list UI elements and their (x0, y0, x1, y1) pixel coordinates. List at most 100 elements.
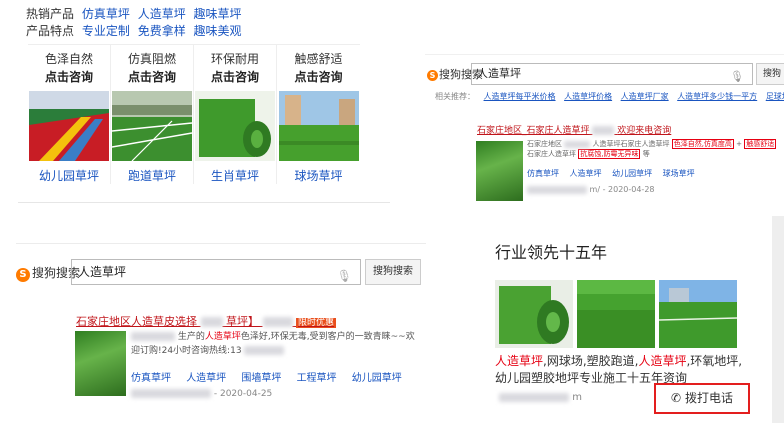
feature-link-custom[interactable]: 专业定制 (82, 24, 130, 38)
call-button[interactable]: ✆ 拨打电话 (654, 383, 750, 414)
desc-keyword: 人造草坪 (495, 354, 544, 368)
result-title-tail: 草坪】 (226, 315, 259, 328)
result-tags: 仿真草坪 人造草坪 幼儿园草坪 球场草坪 (527, 168, 703, 179)
product-card[interactable]: 环保耐用 点击咨询 生肖草坪 (194, 45, 277, 184)
card-image-track[interactable] (112, 91, 192, 161)
ad-headline: 行业领先十五年 (495, 243, 608, 262)
feature-link-free-sample[interactable]: 免费拿样 (138, 24, 186, 38)
ad-url-suffix: m (572, 392, 582, 403)
redacted-text (564, 140, 591, 148)
desc-keyword: 人造草坪 (204, 332, 241, 342)
related-link[interactable]: 人造草坪每平米价格 (484, 92, 556, 101)
tag-link[interactable]: 人造草坪 (186, 373, 226, 384)
card-cta[interactable]: 点击咨询 (111, 69, 193, 85)
search-input[interactable]: 人造草坪 🎙 (71, 259, 361, 285)
card-caption[interactable]: 生肖草坪 (194, 167, 276, 184)
card-caption[interactable]: 球场草坪 (277, 167, 360, 184)
microphone-icon[interactable]: 🎙 (730, 67, 744, 87)
tag-link[interactable]: 围墙草坪 (241, 373, 281, 384)
result-title-text: 石家庄地区_石家庄人造草坪 (477, 126, 590, 136)
result-date: - 2020-04-25 (213, 389, 273, 399)
result-title[interactable]: 石家庄地区_石家庄人造草坪 欢迎来电咨询 (477, 123, 671, 136)
redacted-url (131, 389, 211, 398)
desc-text: 石家庄地区 (527, 140, 562, 148)
card-feature: 环保耐用 (210, 52, 259, 66)
related-link[interactable]: 人造草坪厂家 (621, 92, 669, 101)
highlight-box: 色泽自然,仿真度高 (671, 139, 734, 149)
result-title-tail: 欢迎来电咨询 (617, 126, 672, 136)
product-card[interactable]: 色泽自然 点击咨询 幼儿园草坪 (28, 45, 111, 184)
desc-text: ,网球场,塑胶跑道, (543, 354, 639, 368)
panel-divider (18, 202, 390, 203)
hot-products-row: 热销产品 仿真草坪 人造草坪 趣味草坪 (26, 6, 390, 23)
call-button-label: 拨打电话 (684, 391, 733, 405)
search-query: 人造草坪 (477, 67, 521, 80)
redacted-url (499, 392, 569, 402)
feature-link-fun[interactable]: 趣味美观 (194, 24, 242, 38)
desc-text: 人造草坪石家庄人造草坪 (592, 140, 670, 148)
result-meta: m/ - 2020-04-28 (527, 185, 655, 194)
search-result-small: S 搜狗搜索 人造草坪 🎙 搜狗 相关推荐： 人造草坪每平米价格 人造草坪价格 人… (425, 54, 784, 204)
product-panel: 热销产品 仿真草坪 人造草坪 趣味草坪 产品特点 专业定制 免费拿样 趣味美观 … (18, 0, 390, 205)
card-image-field[interactable] (278, 91, 359, 161)
tag-link[interactable]: 球场草坪 (663, 169, 695, 178)
microphone-icon[interactable]: 🎙 (337, 264, 352, 288)
result-tags: 仿真草坪 人造草坪 围墙草坪 工程草坪 幼儿园草坪 (131, 369, 414, 384)
product-card[interactable]: 仿真阻燃 点击咨询 跑道草坪 (111, 45, 194, 184)
card-image-kindergarten[interactable] (29, 91, 109, 161)
card-caption[interactable]: 跑道草坪 (111, 167, 193, 184)
related-link[interactable]: 人造草坪多少钱一平方 (677, 92, 757, 101)
tag-link[interactable]: 人造草坪 (570, 169, 602, 178)
highlight-box: 抗腐蚀,防霉无异味 (578, 149, 641, 159)
mobile-ad-card: 行业领先十五年 人造草坪,网球场,塑胶跑道,人造草坪,环氧地坪,幼儿园塑胶地坪专… (477, 216, 784, 423)
desc-keyword: 人造草坪 (638, 354, 687, 368)
tag-link[interactable]: 幼儿园草坪 (352, 373, 402, 384)
scrollbar[interactable] (772, 216, 784, 423)
card-caption[interactable]: 幼儿园草坪 (28, 167, 110, 184)
product-card-grid: 色泽自然 点击咨询 幼儿园草坪 仿真阻燃 点击咨询 跑道草坪 环保耐用 点击咨询… (28, 44, 360, 184)
tag-link[interactable]: 仿真草坪 (527, 169, 559, 178)
result-description: 石家庄地区 人造草坪石家庄人造草坪 色泽自然,仿真度高 + 触感舒适 石家庄人造… (527, 139, 783, 159)
related-link[interactable]: 足球场人 (766, 92, 784, 101)
card-image-zodiac[interactable] (195, 91, 275, 161)
redacted-url (527, 185, 587, 194)
ad-image-stadium[interactable] (658, 280, 738, 348)
promo-badge: 限时优惠 (296, 318, 337, 328)
ad-image-roll[interactable] (495, 280, 573, 348)
ad-images (495, 280, 741, 348)
card-cta[interactable]: 点击咨询 (28, 69, 110, 85)
redacted-phone (244, 346, 285, 355)
redacted-text (200, 317, 223, 327)
related-searches: 相关推荐： 人造草坪每平米价格 人造草坪价格 人造草坪厂家 人造草坪多少钱一平方… (435, 91, 784, 102)
result-title[interactable]: 石家庄地区人造草皮选择 草坪】 限时优惠 (76, 313, 337, 329)
search-query: 人造草坪 (78, 265, 127, 279)
card-feature: 色泽自然 (44, 52, 93, 66)
related-link[interactable]: 人造草坪价格 (564, 92, 612, 101)
search-input[interactable]: 人造草坪 🎙 (471, 63, 753, 85)
search-button[interactable]: 搜狗 (756, 63, 784, 85)
desc-text: 等 (642, 150, 650, 158)
search-button[interactable]: 搜狗搜索 (365, 259, 421, 285)
hot-link-fun-lawn[interactable]: 趣味草坪 (194, 7, 242, 21)
sogou-s-icon: S (427, 70, 438, 81)
phone-icon: ✆ (671, 391, 682, 405)
card-cta[interactable]: 点击咨询 (277, 69, 360, 85)
result-thumbnail[interactable] (75, 331, 126, 396)
related-label: 相关推荐： (435, 92, 475, 101)
hot-link-artificial-lawn[interactable]: 人造草坪 (138, 7, 186, 21)
result-thumbnail[interactable] (476, 141, 523, 201)
sogou-s-icon: S (16, 268, 30, 282)
search-result-large: S 搜狗搜索 人造草坪 🎙 搜狗搜索 石家庄地区人造草皮选择 草坪】 限时优惠 生… (16, 243, 426, 413)
hot-link-simulation-lawn[interactable]: 仿真草坪 (82, 7, 130, 21)
result-meta: - 2020-04-25 (131, 389, 272, 399)
desc-text: 生产的 (177, 332, 205, 342)
ad-image-field[interactable] (577, 280, 655, 348)
card-cta[interactable]: 点击咨询 (194, 69, 276, 85)
tag-link[interactable]: 工程草坪 (297, 373, 337, 384)
desc-text: 石家庄人造草坪 (527, 150, 576, 158)
tag-link[interactable]: 仿真草坪 (131, 373, 171, 384)
redacted-text (262, 317, 293, 327)
product-card[interactable]: 触感舒适 点击咨询 球场草坪 (277, 45, 360, 184)
tag-link[interactable]: 幼儿园草坪 (612, 169, 652, 178)
features-row: 产品特点 专业定制 免费拿样 趣味美观 (26, 23, 390, 40)
